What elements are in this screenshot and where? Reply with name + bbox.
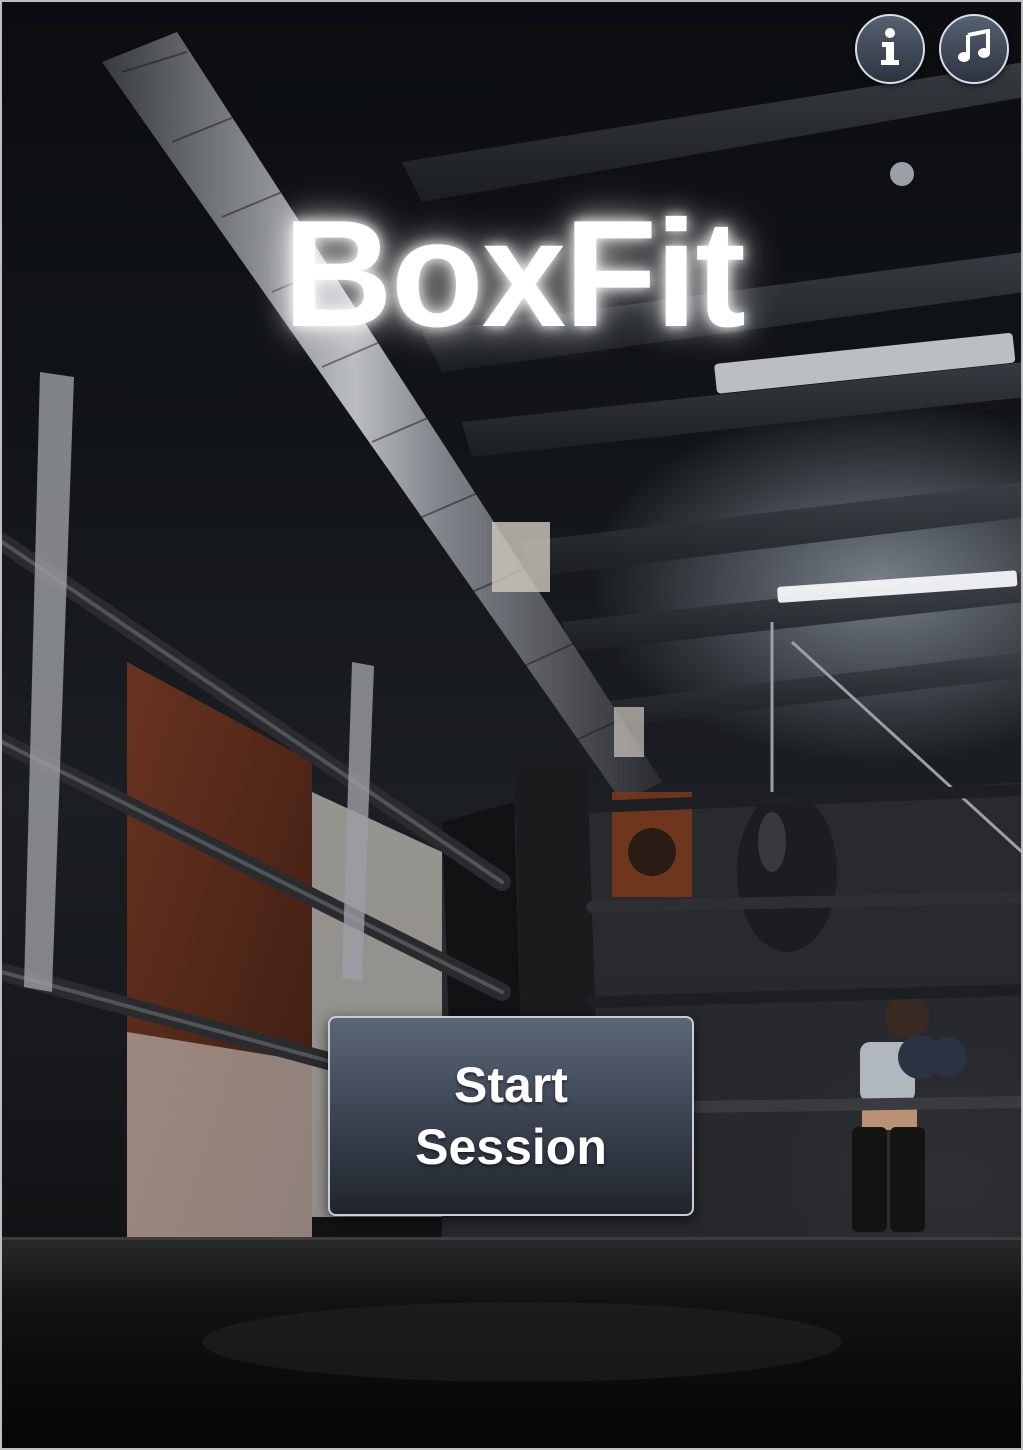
start-session-label: Start Session (415, 1057, 607, 1175)
app-title: BoxFit (283, 189, 746, 359)
info-icon (873, 26, 907, 73)
start-session-button[interactable]: Start Session (328, 1016, 694, 1216)
music-button[interactable] (939, 14, 1009, 84)
music-note-icon (956, 28, 992, 70)
info-button[interactable] (855, 14, 925, 84)
app-screen: BoxFit Start Session (0, 0, 1023, 1450)
